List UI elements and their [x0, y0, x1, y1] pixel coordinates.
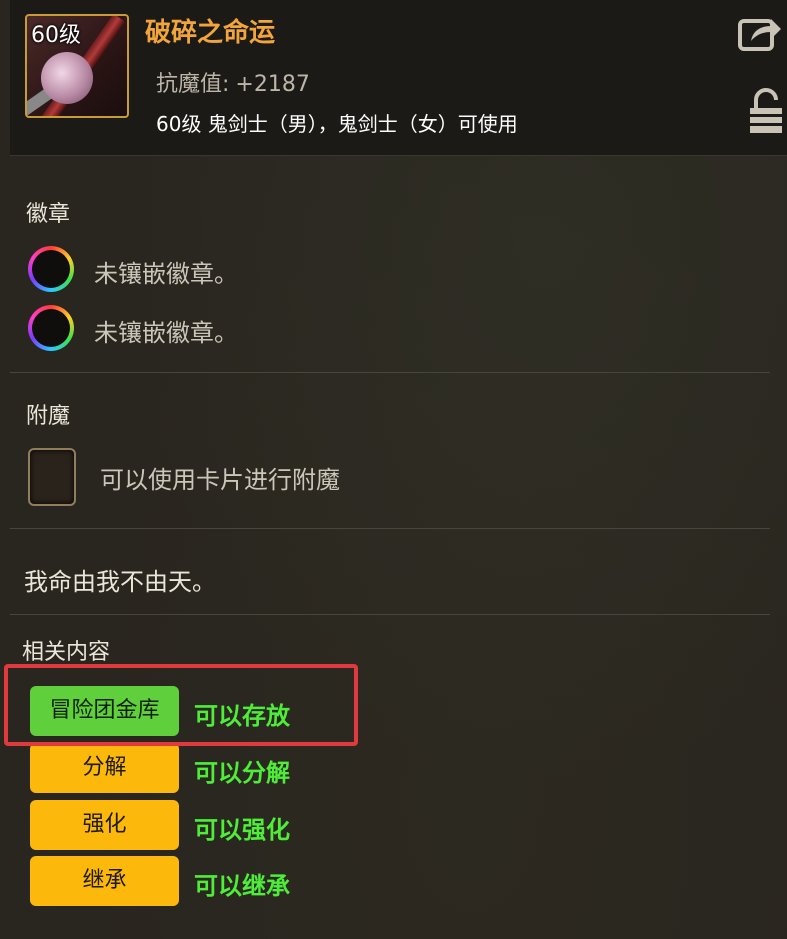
badge-slot-2[interactable]: 未镶嵌徽章。 [28, 305, 328, 353]
badge-slot-text: 未镶嵌徽章。 [94, 319, 238, 347]
section-divider [10, 528, 770, 529]
item-stat: 抗魔值: +2187 [156, 66, 310, 98]
badge-slot-icon [28, 246, 74, 292]
badge-slot-text: 未镶嵌徽章。 [94, 260, 238, 288]
enchant-title: 附魔 [26, 404, 71, 429]
share-icon[interactable] [737, 13, 783, 53]
lock-icon[interactable] [748, 88, 784, 136]
card-slot-icon[interactable] [28, 448, 76, 506]
related-row-inherit: 继承 可以继承 [30, 856, 350, 906]
related-status: 可以分解 [194, 759, 290, 787]
enhance-button[interactable]: 强化 [30, 800, 179, 850]
item-name: 破碎之命运 [145, 18, 276, 48]
item-tooltip-panel: 60级 破碎之命运 抗魔值: +2187 60级 鬼剑士（男），鬼剑士（女）可使用… [0, 0, 787, 939]
enchant-hint: 可以使用卡片进行附魔 [100, 466, 340, 494]
related-row-enhance: 强化 可以强化 [30, 800, 350, 850]
item-level-badge: 60级 [31, 23, 81, 48]
related-row-disassemble: 分解 可以分解 [30, 743, 350, 793]
sword-item-icon: 60级 [25, 14, 129, 118]
related-status: 可以强化 [194, 816, 290, 844]
highlight-annotation [4, 664, 358, 746]
item-header: 60级 破碎之命运 抗魔值: +2187 60级 鬼剑士（男），鬼剑士（女）可使用 [10, 0, 787, 156]
inherit-button[interactable]: 继承 [30, 856, 179, 906]
badge-slot-1[interactable]: 未镶嵌徽章。 [28, 246, 328, 294]
section-divider [10, 614, 770, 615]
related-status: 可以继承 [194, 872, 290, 900]
flavor-text: 我命由我不由天。 [24, 568, 216, 596]
stat-label: 抗魔值: [156, 72, 230, 97]
usable-by: 60级 鬼剑士（男），鬼剑士（女）可使用 [156, 112, 518, 136]
disassemble-button[interactable]: 分解 [30, 743, 179, 793]
badge-slot-icon [28, 305, 74, 351]
stat-value: +2187 [235, 72, 310, 97]
section-divider [10, 372, 770, 373]
badges-title: 徽章 [26, 202, 71, 227]
related-title: 相关内容 [22, 640, 111, 665]
